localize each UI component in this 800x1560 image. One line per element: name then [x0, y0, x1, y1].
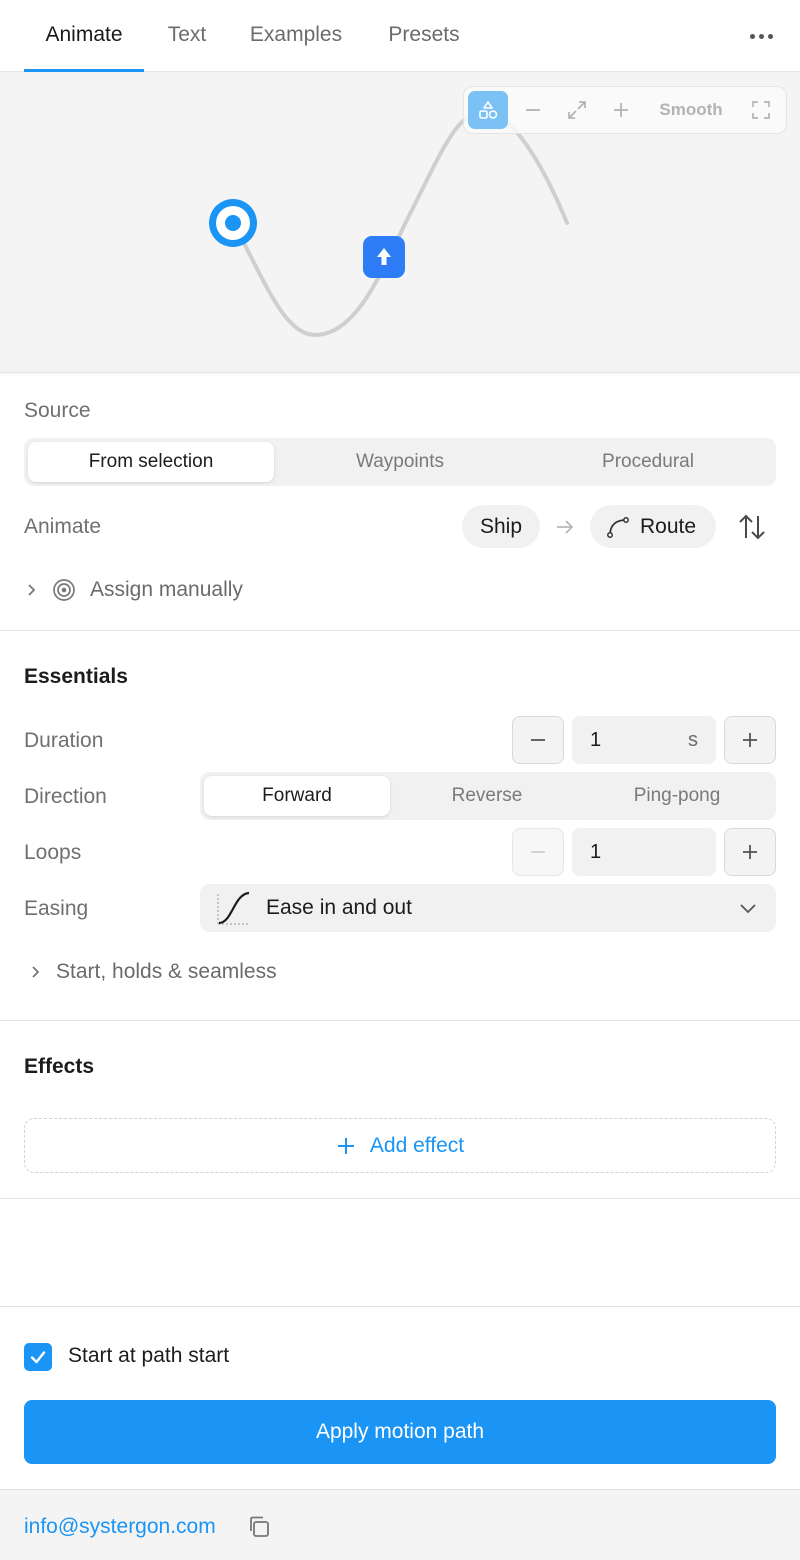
- swap-direction-icon[interactable]: [736, 511, 768, 548]
- start-at-path-start-checkbox[interactable]: [24, 1343, 52, 1371]
- direction-label: Direction: [24, 785, 107, 808]
- ease-curve-icon: [216, 890, 252, 931]
- duration-input[interactable]: 1 s: [572, 716, 716, 764]
- direction-segmented-control: Forward Reverse Ping-pong: [200, 772, 776, 820]
- ship-marker-icon[interactable]: [363, 236, 405, 278]
- duration-unit: s: [688, 729, 698, 751]
- animate-path-chip[interactable]: Route: [590, 505, 716, 548]
- object-name: Ship: [479, 514, 523, 538]
- path-canvas[interactable]: Smooth: [0, 72, 800, 373]
- path-origin-handle[interactable]: [209, 199, 257, 247]
- loops-decrement-button[interactable]: [512, 828, 564, 876]
- arrow-right-icon: [554, 516, 576, 543]
- path-curve-icon: [606, 515, 630, 539]
- path-name: Route: [640, 514, 697, 538]
- direction-ping-pong[interactable]: Ping-pong: [582, 776, 772, 816]
- smooth-button[interactable]: Smooth: [650, 91, 732, 129]
- more-options-icon[interactable]: [748, 24, 774, 48]
- direction-reverse[interactable]: Reverse: [392, 776, 582, 816]
- source-procedural[interactable]: Procedural: [524, 442, 772, 482]
- zoom-in-icon[interactable]: [602, 91, 640, 129]
- tab-text[interactable]: Text: [160, 0, 214, 72]
- plus-icon: [336, 1136, 356, 1156]
- animate-label: Animate: [24, 515, 102, 538]
- divider: [0, 630, 800, 631]
- apply-motion-path-button[interactable]: Apply motion path: [24, 1400, 776, 1464]
- add-effect-button[interactable]: Add effect: [24, 1118, 776, 1173]
- fit-to-view-icon[interactable]: [558, 91, 596, 129]
- source-segmented-control: From selection Waypoints Procedural: [24, 438, 776, 486]
- easing-value: Ease in and out: [266, 896, 412, 919]
- email-link[interactable]: info@systergon.com: [24, 1515, 216, 1539]
- chevron-down-icon: [738, 898, 758, 923]
- add-effect-label: Add effect: [369, 1133, 465, 1157]
- source-from-selection[interactable]: From selection: [28, 442, 274, 482]
- direction-forward[interactable]: Forward: [204, 776, 390, 816]
- divider: [0, 1020, 800, 1021]
- duration-increment-button[interactable]: [724, 716, 776, 764]
- divider: [0, 1198, 800, 1199]
- duration-label: Duration: [24, 729, 104, 752]
- duration-value: 1: [590, 729, 602, 751]
- loops-label: Loops: [24, 841, 82, 864]
- assign-manually-label: Assign manually: [90, 578, 243, 601]
- fullscreen-icon[interactable]: [742, 91, 780, 129]
- loops-input[interactable]: 1: [572, 828, 716, 876]
- duration-decrement-button[interactable]: [512, 716, 564, 764]
- essentials-heading: Essentials: [24, 665, 128, 688]
- animate-object-chip[interactable]: Ship: [462, 505, 540, 548]
- shapes-icon[interactable]: [468, 91, 508, 129]
- start-holds-expander[interactable]: Start, holds & seamless: [30, 960, 277, 984]
- effects-heading: Effects: [24, 1055, 95, 1078]
- tab-examples[interactable]: Examples: [240, 0, 352, 72]
- source-label: Source: [24, 399, 91, 422]
- checkmark-icon: [30, 1351, 46, 1364]
- source-waypoints[interactable]: Waypoints: [276, 442, 524, 482]
- chevron-right-icon: [26, 583, 38, 597]
- tab-animate[interactable]: Animate: [24, 0, 144, 73]
- chevron-right-icon: [30, 965, 42, 979]
- start-holds-label: Start, holds & seamless: [56, 960, 277, 983]
- easing-label: Easing: [24, 897, 89, 920]
- target-icon: [52, 578, 76, 602]
- copy-icon[interactable]: [246, 1514, 272, 1545]
- assign-manually-expander[interactable]: Assign manually: [26, 578, 243, 602]
- start-at-path-start-label: Start at path start: [68, 1344, 230, 1367]
- tab-bar: Animate Text Examples Presets: [0, 0, 800, 73]
- zoom-out-icon[interactable]: [514, 91, 552, 129]
- loops-value: 1: [590, 841, 602, 863]
- tab-presets[interactable]: Presets: [378, 0, 470, 72]
- canvas-toolbar: Smooth: [463, 86, 787, 134]
- divider: [0, 1306, 800, 1307]
- easing-select[interactable]: Ease in and out: [200, 884, 776, 932]
- footer: info@systergon.com: [0, 1489, 800, 1560]
- loops-increment-button[interactable]: [724, 828, 776, 876]
